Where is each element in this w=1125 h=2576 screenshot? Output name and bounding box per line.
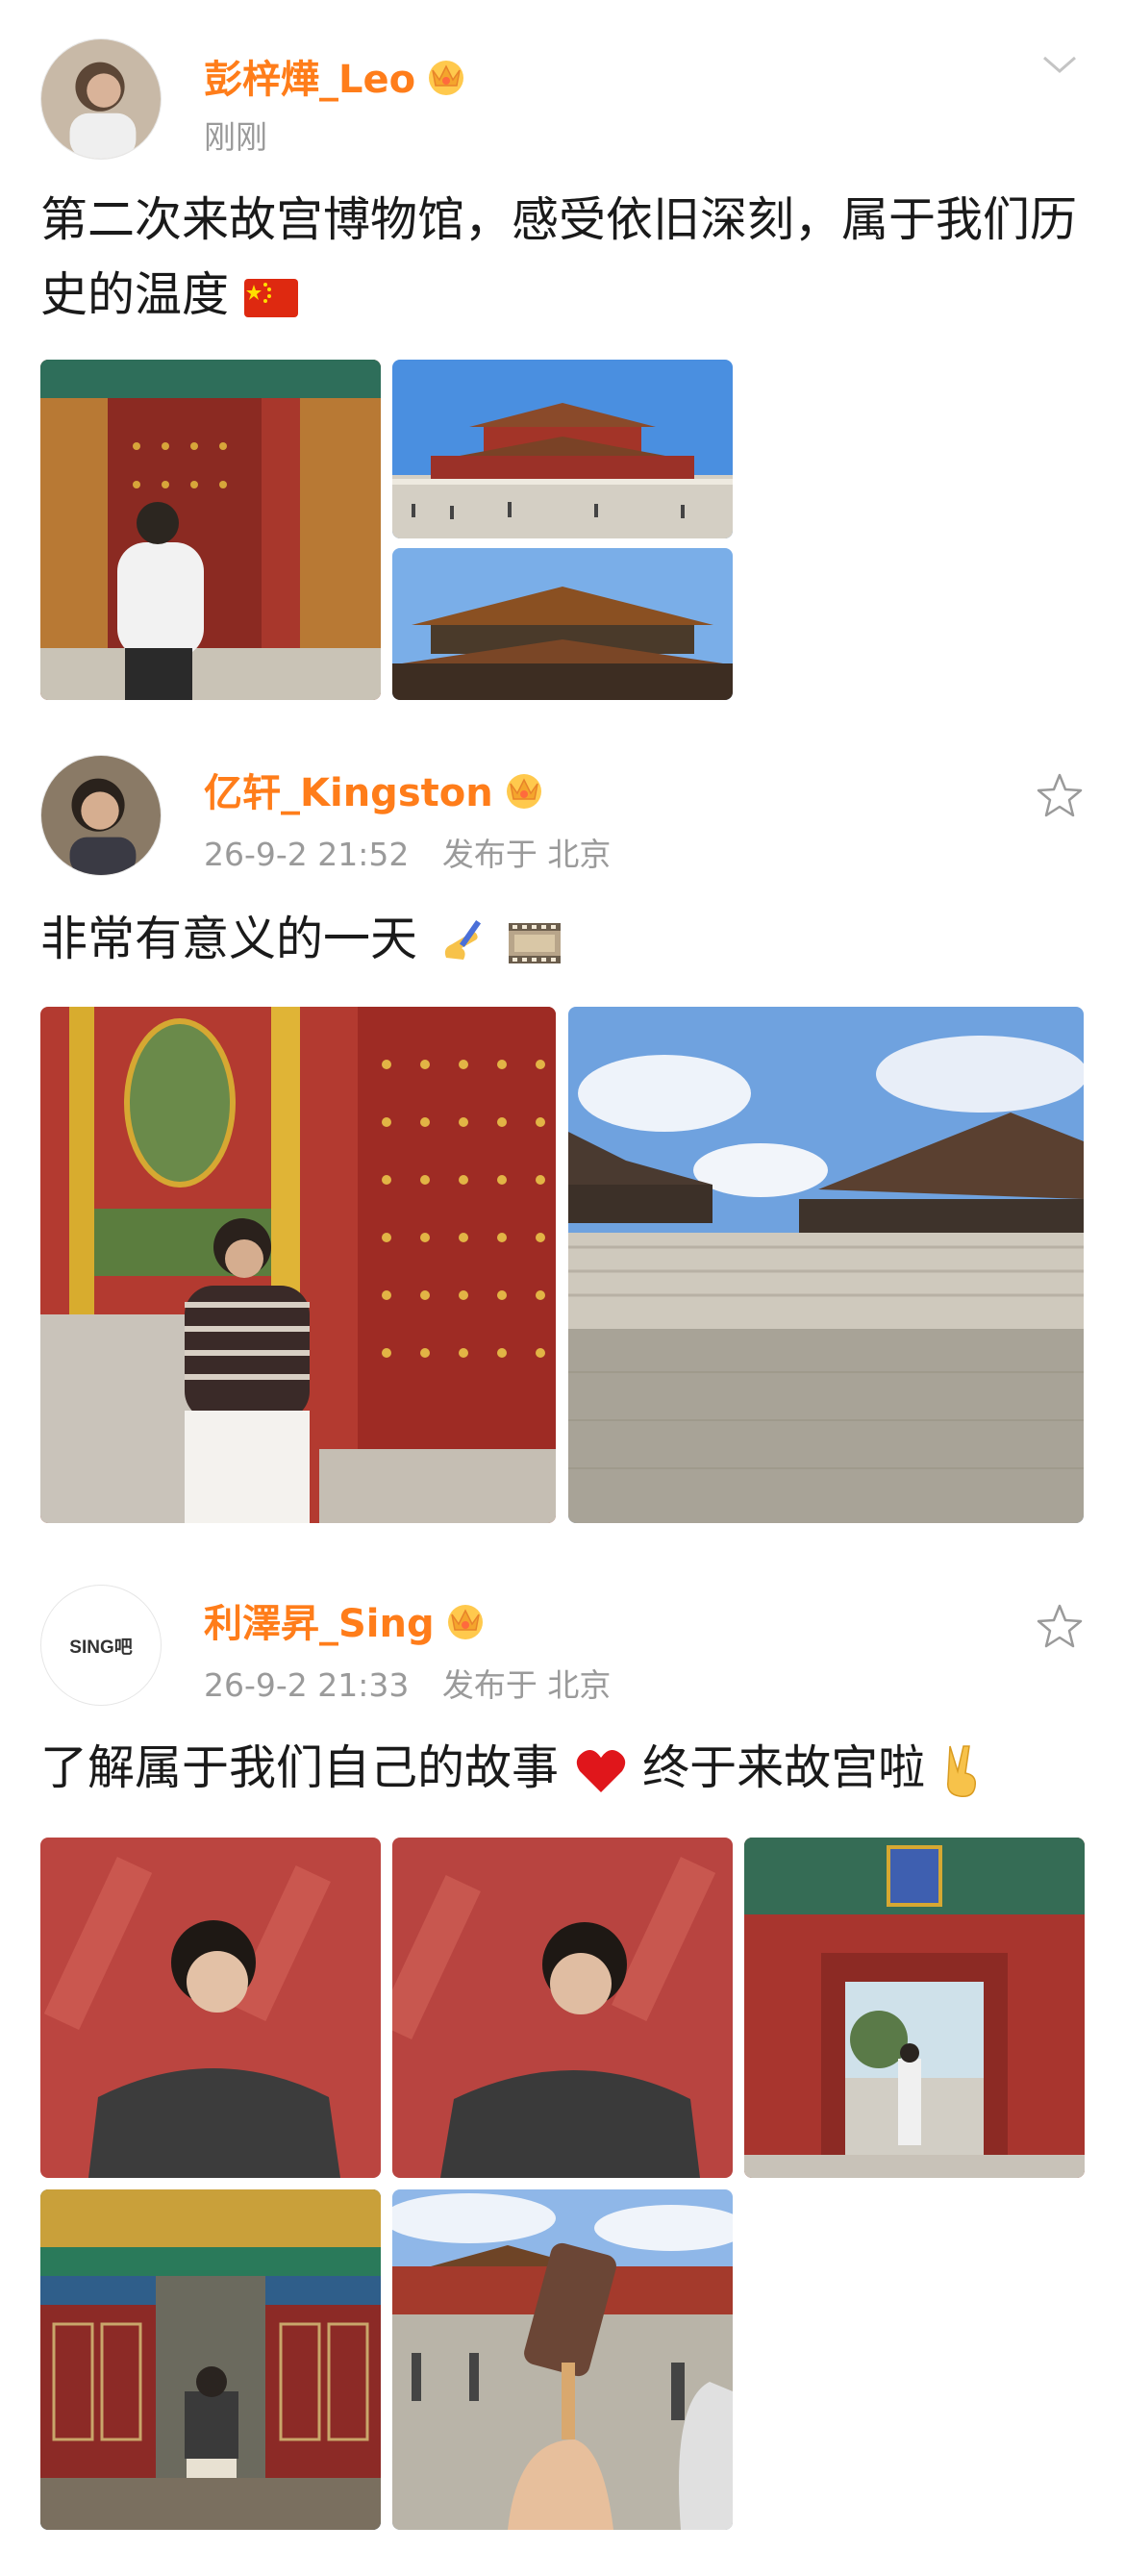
post-photo[interactable] <box>40 360 381 700</box>
writing-hand-emoji <box>444 919 481 960</box>
victory-hand-emoji <box>946 1744 976 1797</box>
post-text: 非常有意义的一天 <box>40 912 418 966</box>
avatar[interactable]: SING吧 <box>40 1585 162 1706</box>
post-photo[interactable] <box>392 2189 733 2530</box>
post-photo[interactable] <box>40 1838 381 2178</box>
post-photo[interactable] <box>40 1007 556 1523</box>
username[interactable]: 亿轩_Kingston <box>204 762 493 817</box>
avatar[interactable] <box>40 38 162 160</box>
film-frames-emoji <box>509 922 562 963</box>
post-time: 26-9-2 21:52 <box>204 836 410 873</box>
post-text-part2: 终于来故宫啦 <box>642 1740 926 1795</box>
post-meta: 刚刚 <box>204 112 290 158</box>
china-flag-emoji <box>243 278 298 317</box>
avatar-text: SING吧 <box>69 1637 133 1658</box>
post-content: 了解属于我们自己的故事 终于来故宫啦 <box>40 1731 1088 1806</box>
username[interactable]: 彭梓燁_Leo <box>204 48 415 104</box>
vip-crown-icon <box>429 61 464 95</box>
post-meta: 26-9-2 21:52 发布于 北京 <box>204 829 634 875</box>
post-content: 第二次来故宫博物馆，感受依旧深刻，属于我们历史的温度 <box>40 183 1088 333</box>
vip-crown-icon <box>506 774 541 809</box>
post-photo[interactable] <box>568 1007 1084 1523</box>
post-location: 发布于 北京 <box>441 1666 612 1704</box>
username-row: 利澤昇_Sing <box>204 1592 487 1648</box>
red-heart-emoji <box>576 1749 625 1792</box>
post-photo[interactable] <box>392 360 733 538</box>
post-text: 第二次来故宫博物馆，感受依旧深刻，属于我们历史的温度 <box>40 192 1078 322</box>
username-row: 彭梓燁_Leo <box>204 48 467 104</box>
post-photo[interactable] <box>392 1838 733 2178</box>
post-meta: 26-9-2 21:33 发布于 北京 <box>204 1660 634 1706</box>
star-icon[interactable] <box>1033 1600 1087 1654</box>
avatar[interactable] <box>40 755 162 876</box>
username-row: 亿轩_Kingston <box>204 762 545 817</box>
post-time: 26-9-2 21:33 <box>204 1666 410 1704</box>
star-icon[interactable] <box>1033 769 1087 823</box>
post-text-part1: 了解属于我们自己的故事 <box>40 1740 560 1795</box>
post-content: 非常有意义的一天 <box>40 902 1088 977</box>
post-photo[interactable] <box>392 548 733 700</box>
username[interactable]: 利澤昇_Sing <box>204 1592 435 1648</box>
post-location: 发布于 北京 <box>441 836 612 873</box>
post-photo[interactable] <box>40 2189 381 2530</box>
post-time: 刚刚 <box>204 118 267 156</box>
vip-crown-icon <box>447 1605 483 1639</box>
chevron-down-icon[interactable] <box>1033 37 1087 90</box>
post-photo[interactable] <box>744 1838 1085 2178</box>
